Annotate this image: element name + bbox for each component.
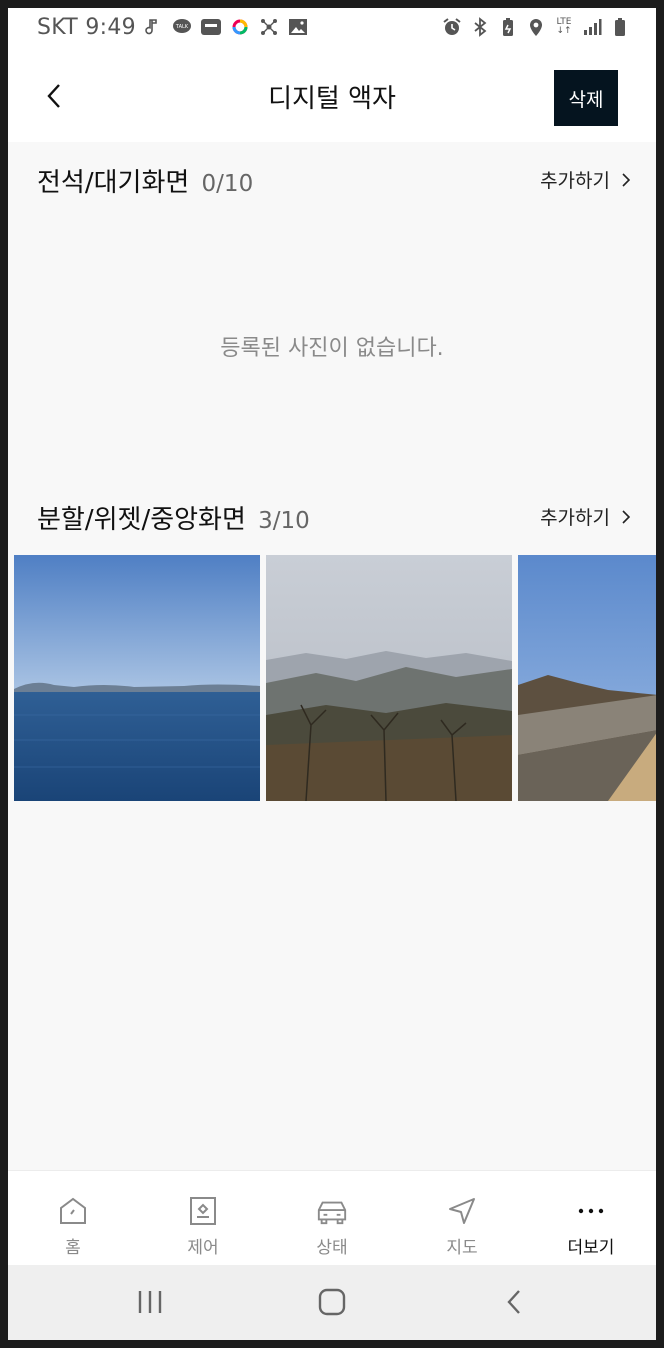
recent-apps-button[interactable] <box>120 1282 180 1322</box>
battery-saver-icon <box>503 18 513 36</box>
nav-status[interactable]: 상태 <box>267 1171 397 1266</box>
nav-control[interactable]: 제어 <box>138 1171 268 1266</box>
mountain-haze-photo[interactable] <box>266 555 512 801</box>
svg-text:TALK: TALK <box>175 24 189 30</box>
section-title-text: 전석/대기화면 <box>37 168 190 198</box>
control-icon <box>187 1195 219 1227</box>
data-arrows: ↓↑ <box>556 26 572 36</box>
nav-home[interactable]: 홈 <box>8 1171 138 1266</box>
notification-icons: TALK <box>143 17 308 37</box>
nav-label: 더보기 <box>567 1238 615 1258</box>
lte-indicator: LTE ↓↑ <box>554 18 574 36</box>
section-split-header: 분할/위젯/중앙화면 3/10 추가하기 <box>8 495 656 535</box>
fortress-wall-photo[interactable] <box>518 555 656 801</box>
image-icon <box>289 19 307 35</box>
app-bar: 디지털 액자 삭제 <box>8 50 656 142</box>
recent-apps-icon <box>138 1291 162 1313</box>
home-square-icon <box>318 1288 346 1316</box>
chevron-right-icon <box>622 172 630 187</box>
screen: SKT 9:49 TALK LTE ↓↑ 디지털 액자 삭제 전석/대기화면 0… <box>8 8 656 1340</box>
system-navigation-bar <box>8 1265 656 1340</box>
nav-map[interactable]: 지도 <box>397 1171 527 1266</box>
home-icon <box>57 1195 89 1227</box>
back-system-button[interactable] <box>484 1282 544 1322</box>
ocean-image <box>14 555 260 801</box>
navigation-icon <box>446 1195 478 1227</box>
empty-message: 등록된 사진이 없습니다. <box>220 336 444 361</box>
ocean-photo[interactable] <box>14 555 260 801</box>
section-title: 전석/대기화면 0/10 <box>37 162 253 199</box>
kia-connect-icon <box>201 19 221 35</box>
home-system-button[interactable] <box>302 1282 362 1322</box>
section-title-text: 분할/위젯/중앙화면 <box>37 505 246 535</box>
nav-label: 상태 <box>316 1238 348 1258</box>
alarm-icon <box>443 18 461 35</box>
add-photo-button[interactable]: 추가하기 <box>540 503 630 530</box>
photo-count: 3/10 <box>258 508 310 534</box>
more-icon <box>575 1195 607 1227</box>
photo-count: 0/10 <box>201 171 254 197</box>
bottom-navigation: 홈 제어 상태 지도 더보기 <box>8 1170 656 1266</box>
add-label: 추가하기 <box>540 507 610 529</box>
bluetooth-icon <box>474 17 487 37</box>
status-bar: SKT 9:49 TALK LTE ↓↑ <box>8 8 656 50</box>
photo-carousel[interactable] <box>14 555 656 801</box>
nav-more[interactable]: 더보기 <box>526 1171 656 1266</box>
hub-icon <box>261 19 277 35</box>
add-photo-button[interactable]: 추가하기 <box>540 166 630 193</box>
color-ring-icon <box>232 19 248 35</box>
section-title: 분할/위젯/중앙화면 3/10 <box>37 499 310 536</box>
nav-label: 지도 <box>446 1238 478 1258</box>
system-status-icons: LTE ↓↑ <box>442 17 630 37</box>
status-time: SKT 9:49 <box>37 15 136 40</box>
fortress-image <box>518 555 656 801</box>
chevron-right-icon <box>622 509 630 524</box>
location-icon <box>530 19 542 36</box>
section-fullscreen-header: 전석/대기화면 0/10 추가하기 <box>8 158 656 198</box>
add-label: 추가하기 <box>540 170 610 192</box>
music-note-icon <box>145 19 157 35</box>
talk-icon: TALK <box>173 19 191 33</box>
signal-icon <box>584 19 602 35</box>
car-icon <box>316 1195 348 1227</box>
nav-label: 제어 <box>187 1238 219 1258</box>
nav-label: 홈 <box>65 1238 81 1258</box>
back-chevron-icon <box>507 1290 520 1314</box>
mountain-image <box>266 555 512 801</box>
delete-button[interactable]: 삭제 <box>554 70 618 126</box>
battery-icon <box>615 18 625 36</box>
